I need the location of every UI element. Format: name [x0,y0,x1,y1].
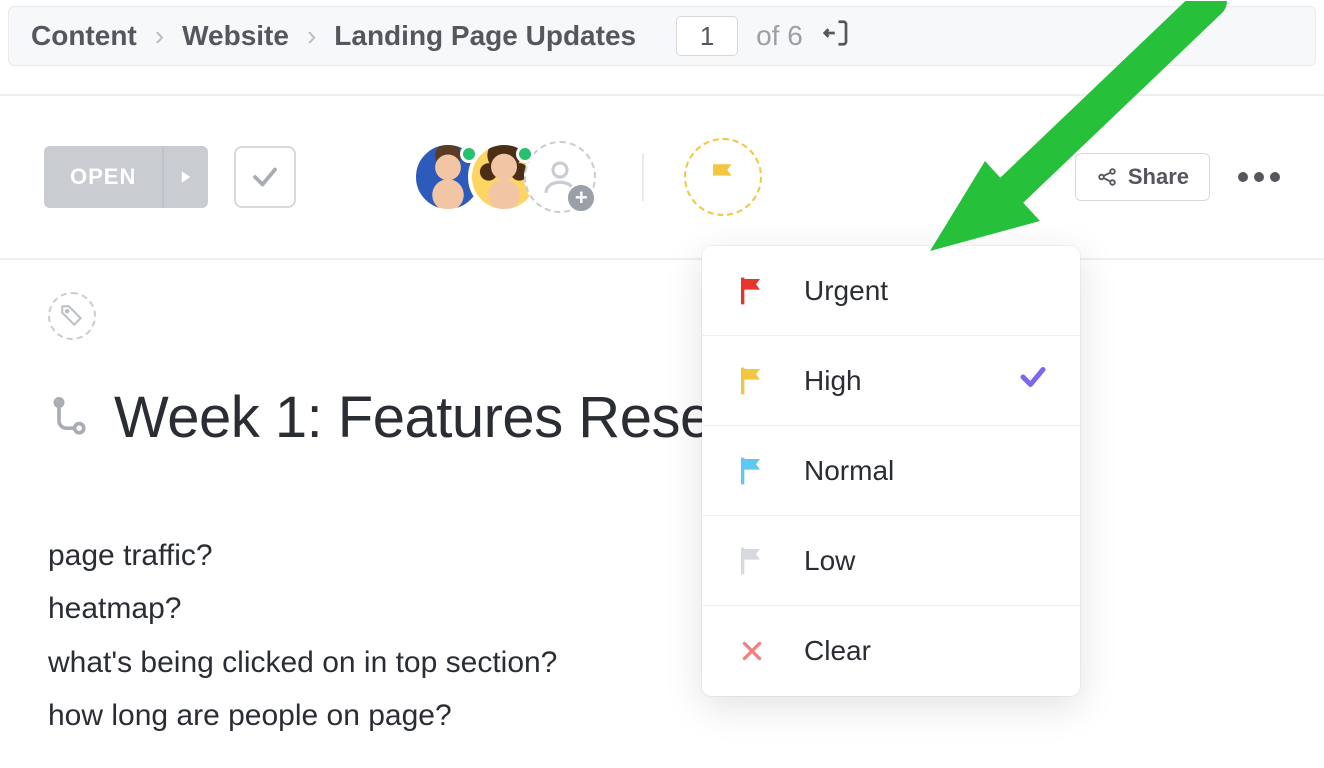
more-menu-button[interactable] [1238,172,1280,182]
priority-option-normal[interactable]: Normal [702,426,1080,516]
flag-icon [734,545,770,577]
breadcrumb-item-website[interactable]: Website [182,20,289,52]
add-assignee-button[interactable]: + [524,141,596,213]
task-description[interactable]: page traffic? heatmap? what's being clic… [48,529,1276,743]
share-label: Share [1128,164,1189,190]
priority-menu: Urgent High Normal Low Clear [702,246,1080,696]
priority-option-label: Normal [804,455,894,487]
exit-icon[interactable] [821,18,851,55]
task-toolbar: OPEN + Share [0,94,1324,260]
mark-complete-button[interactable] [234,146,296,208]
task-body: Week 1: Features Research page traffic? … [0,260,1324,743]
page-number-input[interactable] [676,16,738,56]
share-button[interactable]: Share [1075,153,1210,201]
priority-option-label: High [804,365,862,397]
divider [642,153,644,201]
priority-option-high[interactable]: High [702,336,1080,426]
breadcrumb-item-landing[interactable]: Landing Page Updates [334,20,636,52]
status-dropdown-toggle[interactable] [162,146,208,208]
desc-line: how long are people on page? [48,689,1276,742]
assignees: + [412,141,596,213]
plus-icon: + [566,183,596,213]
status-open-button[interactable]: OPEN [44,146,208,208]
priority-option-low[interactable]: Low [702,516,1080,606]
priority-option-label: Low [804,545,855,577]
close-icon [734,638,770,664]
breadcrumb-item-content[interactable]: Content [31,20,137,52]
chevron-right-icon: › [307,20,316,52]
subtask-icon [48,397,92,446]
page-total-label: of 6 [756,20,803,52]
check-icon [1018,362,1048,399]
priority-option-urgent[interactable]: Urgent [702,246,1080,336]
add-tags-button[interactable] [48,292,96,340]
breadcrumb: Content › Website › Landing Page Updates… [8,6,1316,66]
priority-option-clear[interactable]: Clear [702,606,1080,696]
flag-icon [734,275,770,307]
status-label[interactable]: OPEN [44,164,162,190]
flag-icon [734,365,770,397]
desc-line: what's being clicked on in top section? [48,636,1276,689]
flag-icon [734,455,770,487]
priority-option-label: Clear [804,635,871,667]
chevron-right-icon: › [155,20,164,52]
priority-button[interactable] [684,138,762,216]
desc-line: page traffic? [48,529,1276,582]
desc-line: heatmap? [48,582,1276,635]
priority-option-label: Urgent [804,275,888,307]
